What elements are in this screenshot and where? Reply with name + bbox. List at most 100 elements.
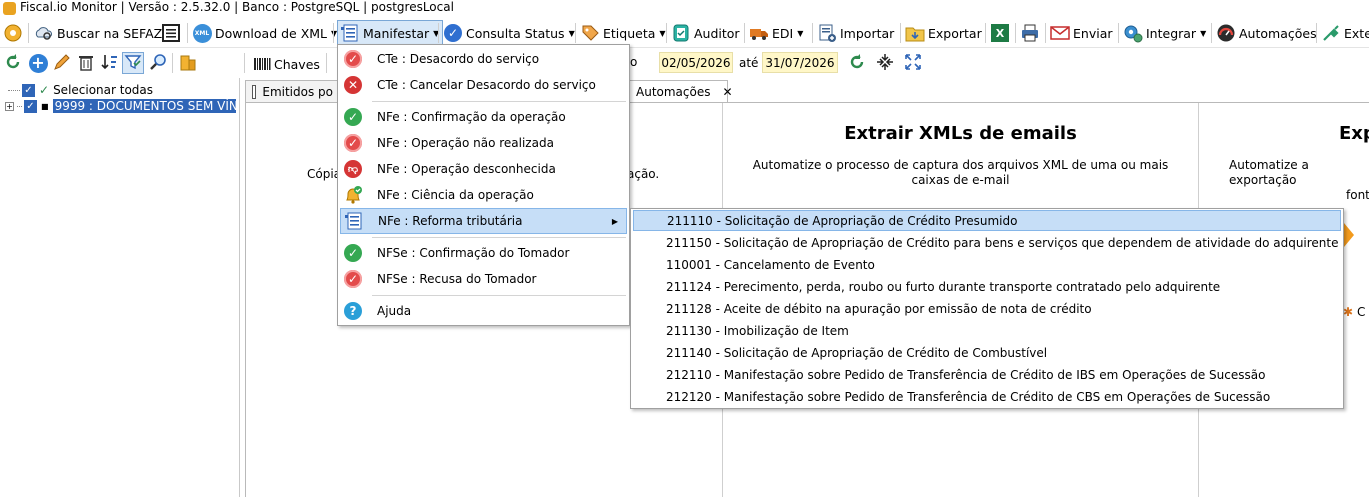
card-copia-text-end: ação. <box>627 167 660 181</box>
sort-icon <box>101 53 119 74</box>
exportar-label: Exportar <box>928 25 982 41</box>
menu-nfe-reforma-tributaria[interactable]: NFe : Reforma tributária ▶ <box>340 208 627 234</box>
date-to-value: 31/07/2026 <box>765 55 835 70</box>
consulta-status-button[interactable]: ✓ Consulta Status ▼ <box>443 21 575 45</box>
filter-fragment: o <box>630 55 638 69</box>
etiqueta-button[interactable]: Etiqueta ▼ <box>580 21 666 45</box>
submenu-item-211124[interactable]: 211124 - Perecimento, perda, roubo ou fu… <box>633 276 1341 297</box>
add-button[interactable]: + <box>27 52 49 74</box>
tab-automacoes[interactable]: Automações ✕ <box>629 80 733 102</box>
folder-export-icon <box>905 23 925 43</box>
edit-button[interactable] <box>51 52 73 74</box>
menu-nfe-desconhecida[interactable]: 👎︎ NFe : Operação desconhecida <box>340 157 627 181</box>
settings-button[interactable] <box>3 21 26 45</box>
print-button[interactable] <box>1020 21 1043 45</box>
date-from-field[interactable]: 02/05/2026 <box>659 52 733 73</box>
chevron-down-icon: ▼ <box>797 28 804 38</box>
buildings-button[interactable] <box>177 52 199 74</box>
menu-nfe-nao-realizada[interactable]: ✓ NFe : Operação não realizada <box>340 131 627 155</box>
auditor-icon <box>671 23 691 43</box>
card-extrair-desc: Automatize o processo de captura dos arq… <box>752 158 1169 187</box>
card-exportar-fragment: C <box>1357 305 1366 319</box>
sort-button[interactable] <box>99 52 121 74</box>
refresh-icon <box>4 53 22 74</box>
chevron-down-icon: ▼ <box>659 28 666 38</box>
refresh-button[interactable] <box>2 52 24 74</box>
app-icon <box>3 2 16 15</box>
menu-item-label: NFe : Confirmação da operação <box>377 110 566 124</box>
ate-label: até <box>739 56 759 70</box>
menu-item-label: NFe : Operação desconhecida <box>377 162 556 176</box>
magnifier-icon <box>149 53 167 74</box>
gauge-icon <box>1216 23 1236 43</box>
auditor-label: Auditor <box>694 25 740 41</box>
collapse-button[interactable] <box>874 52 896 74</box>
building-icon <box>179 53 197 74</box>
enviar-label: Enviar <box>1073 25 1113 41</box>
chaves-button[interactable]: Chaves <box>253 52 320 76</box>
menu-cte-desacordo[interactable]: ✓ CTe : Desacordo do serviço <box>340 47 627 71</box>
expand-icon[interactable]: + <box>5 101 14 111</box>
delete-button[interactable] <box>75 52 97 74</box>
submenu-item-212120[interactable]: 212120 - Manifestação sobre Pedido de Tr… <box>633 386 1341 407</box>
submenu-item-212110[interactable]: 212110 - Manifestação sobre Pedido de Tr… <box>633 364 1341 385</box>
close-icon[interactable]: ✕ <box>722 85 732 99</box>
checkbox-select-all[interactable]: ✓ <box>22 83 35 97</box>
exportar-button[interactable]: Exportar <box>905 21 982 45</box>
menu-ajuda[interactable]: ? Ajuda <box>340 299 627 323</box>
submenu-item-211140[interactable]: 211140 - Solicitação de Apropriação de C… <box>633 342 1341 363</box>
menu-item-label: NFSe : Confirmação do Tomador <box>377 246 570 260</box>
list-view-button[interactable] <box>161 21 184 45</box>
menu-cte-cancelar-desacordo[interactable]: ✕ CTe : Cancelar Desacordo do serviço <box>340 73 627 97</box>
submenu-item-211150[interactable]: 211150 - Solicitação de Apropriação de C… <box>633 232 1341 253</box>
cloud-search-icon <box>34 23 54 43</box>
chevron-down-icon: ▼ <box>1200 28 1207 38</box>
automacoes-button[interactable]: Automações <box>1216 21 1317 45</box>
importar-button[interactable]: Importar <box>817 21 894 45</box>
menu-nfe-ciencia[interactable]: NFe : Ciência da operação <box>340 183 627 207</box>
menu-item-label: NFe : Reforma tributária <box>378 214 523 228</box>
bell-check-icon <box>343 185 363 205</box>
etiqueta-label: Etiqueta <box>603 25 656 41</box>
barcode-icon <box>253 54 271 74</box>
submenu-item-211128[interactable]: 211128 - Aceite de débito na apuração po… <box>633 298 1341 319</box>
truck-icon <box>749 23 769 43</box>
download-xml-button[interactable]: XML Download de XML ▼ <box>192 21 337 45</box>
arrows-in-icon <box>876 53 894 74</box>
excel-button[interactable]: X <box>990 21 1013 45</box>
filter-button[interactable] <box>122 52 144 74</box>
gear-icon: ✱ <box>1343 305 1354 319</box>
buscar-sefaz-button[interactable]: Buscar na SEFAZ <box>34 21 162 45</box>
card-exportar-desc2: font <box>1346 188 1369 202</box>
submenu-item-110001[interactable]: 110001 - Cancelamento de Evento <box>633 254 1341 275</box>
submenu-item-211110[interactable]: 211110 - Solicitação de Apropriação de C… <box>633 210 1341 231</box>
manifestar-button[interactable]: Manifestar ▼ <box>337 20 444 46</box>
enviar-button[interactable]: Enviar <box>1050 21 1113 45</box>
menu-nfse-recusa-tomador[interactable]: ✓ NFSe : Recusa do Tomador <box>340 267 627 291</box>
plug-icon <box>1321 23 1341 43</box>
search-button[interactable] <box>147 52 169 74</box>
card-copia-text: Cópia <box>307 167 342 181</box>
edi-button[interactable]: EDI ▼ <box>749 21 803 45</box>
extensoes-button[interactable]: Exte <box>1321 21 1369 45</box>
printer-icon <box>1020 23 1040 43</box>
date-to-field[interactable]: 31/07/2026 <box>762 52 838 73</box>
menu-nfse-confirmacao-tomador[interactable]: ✓ NFSe : Confirmação do Tomador <box>340 241 627 265</box>
automacoes-label: Automações <box>1239 25 1317 41</box>
menu-nfe-confirmacao[interactable]: ✓ NFe : Confirmação da operação <box>340 105 627 129</box>
expand-button[interactable] <box>902 52 924 74</box>
refresh-dates-button[interactable] <box>846 52 868 74</box>
manifest-list-icon <box>340 23 360 43</box>
auditor-button[interactable]: Auditor <box>671 21 740 45</box>
gear-icon <box>3 23 23 43</box>
envelope-icon <box>1050 23 1070 43</box>
checkbox-company[interactable]: ✓ <box>24 99 37 113</box>
submenu-item-211130[interactable]: 211130 - Imobilização de Item <box>633 320 1341 341</box>
tree-company-item[interactable]: + ✓ ■ 9999 : DOCUMENTOS SEM VÍNC <box>5 98 236 114</box>
reforma-tributaria-submenu: 211110 - Solicitação de Apropriação de C… <box>630 208 1344 409</box>
refresh-icon <box>848 53 866 74</box>
tab-emitidos[interactable]: Emitidos po <box>245 80 340 102</box>
check-red-icon: ✓ <box>343 269 363 289</box>
tree-select-all[interactable]: ✓ ✓ Selecionar todas <box>8 82 153 98</box>
integrar-button[interactable]: Integrar ▼ <box>1123 21 1206 45</box>
